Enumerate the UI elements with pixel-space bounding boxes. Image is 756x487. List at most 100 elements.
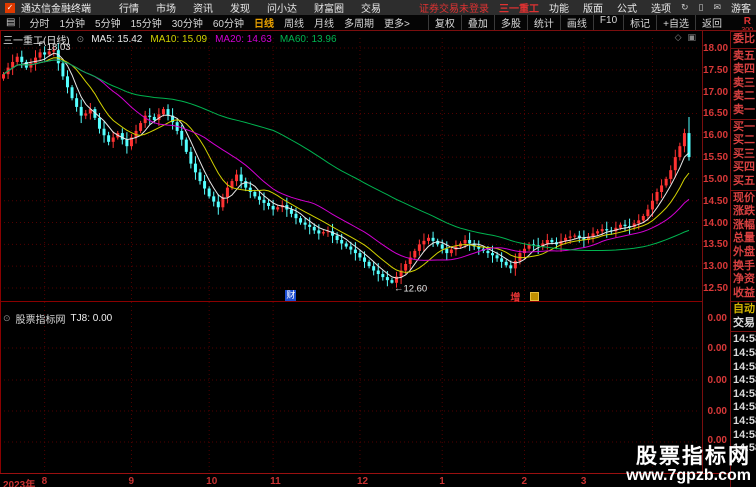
period-tab[interactable]: 60分钟 — [208, 15, 249, 30]
menu-item[interactable]: 发现 — [230, 0, 250, 15]
date-axis: 2023年 89101112123 — [0, 473, 730, 487]
period-tab[interactable]: 周线 — [279, 15, 309, 30]
period-toolbar: ▤ 分时1分钟5分钟15分钟30分钟60分钟日线周线月线多周期更多> 复权叠加多… — [0, 15, 756, 30]
trade-time-row: 14:58 — [731, 361, 756, 375]
top-menu-bar: ✓ 通达信金融终端 行情市场资讯发现问小达财富圈交易 证券交易未登录 三一重工 … — [0, 0, 756, 15]
quote-row-label: 卖一 — [731, 104, 756, 118]
period-tab[interactable]: 多周期 — [339, 15, 379, 30]
panel-divider — [731, 48, 756, 49]
watermark: 股票指标网 www.7gpzb.com — [626, 446, 751, 485]
maximize-pane-icon[interactable]: ▣ — [687, 32, 696, 43]
price-label: 14.00 — [703, 218, 727, 229]
menu-item[interactable]: 财富圈 — [314, 0, 344, 15]
quote-row-label: 总量 — [731, 232, 756, 246]
period-tab[interactable]: 日线 — [249, 15, 279, 30]
month-tick-label: 11 — [270, 476, 281, 487]
month-tick-label: 9 — [128, 476, 134, 487]
quote-row-label: 买四 — [731, 161, 756, 175]
quote-row-label: 买五 — [731, 175, 756, 189]
price-label: 14.50 — [703, 196, 727, 207]
menu-item[interactable]: 行情 — [119, 0, 139, 15]
mail-icon[interactable]: ✉ — [713, 2, 721, 13]
quote-row-label: 买一 — [731, 121, 756, 135]
current-stock-name[interactable]: 三一重工 — [499, 0, 539, 15]
chart-canvas[interactable]: 18.03←12.60 — [0, 30, 702, 473]
diamond-mark-icon[interactable]: ◇ — [675, 32, 682, 43]
toolbar-button[interactable]: 画线 — [560, 15, 593, 30]
menu-item[interactable]: 公式 — [617, 0, 637, 15]
menu-item[interactable]: 选项 — [651, 0, 671, 15]
month-tick-label: 3 — [581, 476, 587, 487]
layout-panel-icon[interactable]: ▤ — [2, 17, 20, 28]
period-tabs: 分时1分钟5分钟15分钟30分钟60分钟日线周线月线多周期更多> — [24, 15, 414, 30]
financial-report-badge[interactable]: 财 — [285, 290, 296, 301]
quote-row-label: 外盘 — [731, 246, 756, 260]
holdings-increase-marker[interactable]: 增 — [510, 289, 520, 304]
price-axis: 18.0017.5017.0016.5016.0015.5015.0014.50… — [702, 30, 729, 473]
main-menu: 行情 市场 资讯 发现 问小达 财富圈 交易 — [119, 0, 381, 15]
guest-label[interactable]: 游客 — [731, 0, 751, 15]
sub-axis-label: 0.00 — [703, 313, 727, 324]
period-tab[interactable]: 15分钟 — [126, 15, 167, 30]
trade-action-row[interactable]: 自动 — [731, 303, 756, 317]
period-tab[interactable]: 5分钟 — [90, 15, 126, 30]
menu-item[interactable]: 交易 — [361, 0, 381, 15]
price-label: 17.00 — [703, 87, 727, 98]
period-tab[interactable]: 更多> — [379, 15, 415, 30]
price-label: 18.00 — [703, 43, 727, 54]
quote-row-label: 涨跌 — [731, 205, 756, 219]
indicator-icon[interactable]: ⊙ — [3, 313, 11, 324]
menu-item[interactable]: 市场 — [156, 0, 176, 15]
mobile-icon[interactable]: ▯ — [699, 2, 704, 13]
toolbar-button[interactable]: 标记 — [623, 15, 656, 30]
toolbar-button[interactable]: 多股 — [494, 15, 527, 30]
menu-item[interactable]: 版面 — [583, 0, 603, 15]
year-label: 2023年 — [3, 476, 35, 487]
price-label: 15.50 — [703, 152, 727, 163]
menu-item[interactable]: 资讯 — [193, 0, 213, 15]
trade-time-row: 14:58 — [731, 388, 756, 402]
indicator-source: 股票指标网 — [16, 311, 66, 326]
panel-divider — [731, 31, 756, 32]
tdx-logo-icon[interactable]: ✓ — [5, 3, 15, 13]
toolbar-button[interactable]: 返回 — [695, 15, 728, 30]
quote-row-label: 买二 — [731, 134, 756, 148]
info-mine-icon[interactable] — [530, 292, 539, 301]
ma-line-10 — [4, 58, 690, 273]
toolbar-button[interactable]: 统计 — [527, 15, 560, 30]
sub-axis-label: 0.00 — [703, 375, 727, 386]
trade-time-row: 14:58 — [731, 347, 756, 361]
trade-time-row: 14:58 — [731, 401, 756, 415]
panel-divider — [731, 331, 756, 332]
sub-axis-label: 0.00 — [703, 406, 727, 417]
ma-value: MA10: 15.09 — [150, 34, 207, 45]
period-tab[interactable]: 分时 — [24, 15, 54, 30]
chart-region: 18.03←12.60 三一重工(日线) ⊙ MA5: 15.42 MA10: 1… — [0, 30, 702, 473]
quote-row-label: 收益 — [731, 287, 756, 301]
refresh-icon[interactable]: ↻ — [681, 2, 689, 13]
period-tab[interactable]: 1分钟 — [54, 15, 90, 30]
toolbar-button[interactable]: F10 — [593, 15, 623, 30]
price-label: 16.00 — [703, 130, 727, 141]
menu-item[interactable]: 问小达 — [267, 0, 297, 15]
trade-action-row[interactable]: 交易 — [731, 317, 756, 331]
toolbar-button[interactable]: 复权 — [428, 15, 461, 30]
price-label: 12.50 — [703, 283, 727, 294]
price-label: 13.00 — [703, 261, 727, 272]
menu-item[interactable]: 功能 — [549, 0, 569, 15]
chart-title[interactable]: 三一重工(日线) — [3, 32, 70, 47]
ma-value: MA5: 15.42 — [91, 34, 142, 45]
quote-row-label: 买三 — [731, 148, 756, 162]
price-label: 17.50 — [703, 65, 727, 76]
indicator-value: TJ8: 0.00 — [71, 313, 113, 324]
indicator-settings-icon[interactable]: ⊙ — [77, 34, 85, 45]
period-tab[interactable]: 30分钟 — [167, 15, 208, 30]
quote-row-label: 涨幅 — [731, 219, 756, 233]
toolbar-button[interactable]: 叠加 — [461, 15, 494, 30]
toolbar-button[interactable]: +自选 — [656, 15, 695, 30]
ma-line-20 — [4, 60, 690, 260]
period-tab[interactable]: 月线 — [309, 15, 339, 30]
watermark-url: www.7gpzb.com — [626, 468, 751, 485]
toolbar-buttons: 复权叠加多股统计画线F10标记+自选返回 — [428, 15, 728, 30]
watermark-site-name: 股票指标网 — [626, 446, 751, 468]
